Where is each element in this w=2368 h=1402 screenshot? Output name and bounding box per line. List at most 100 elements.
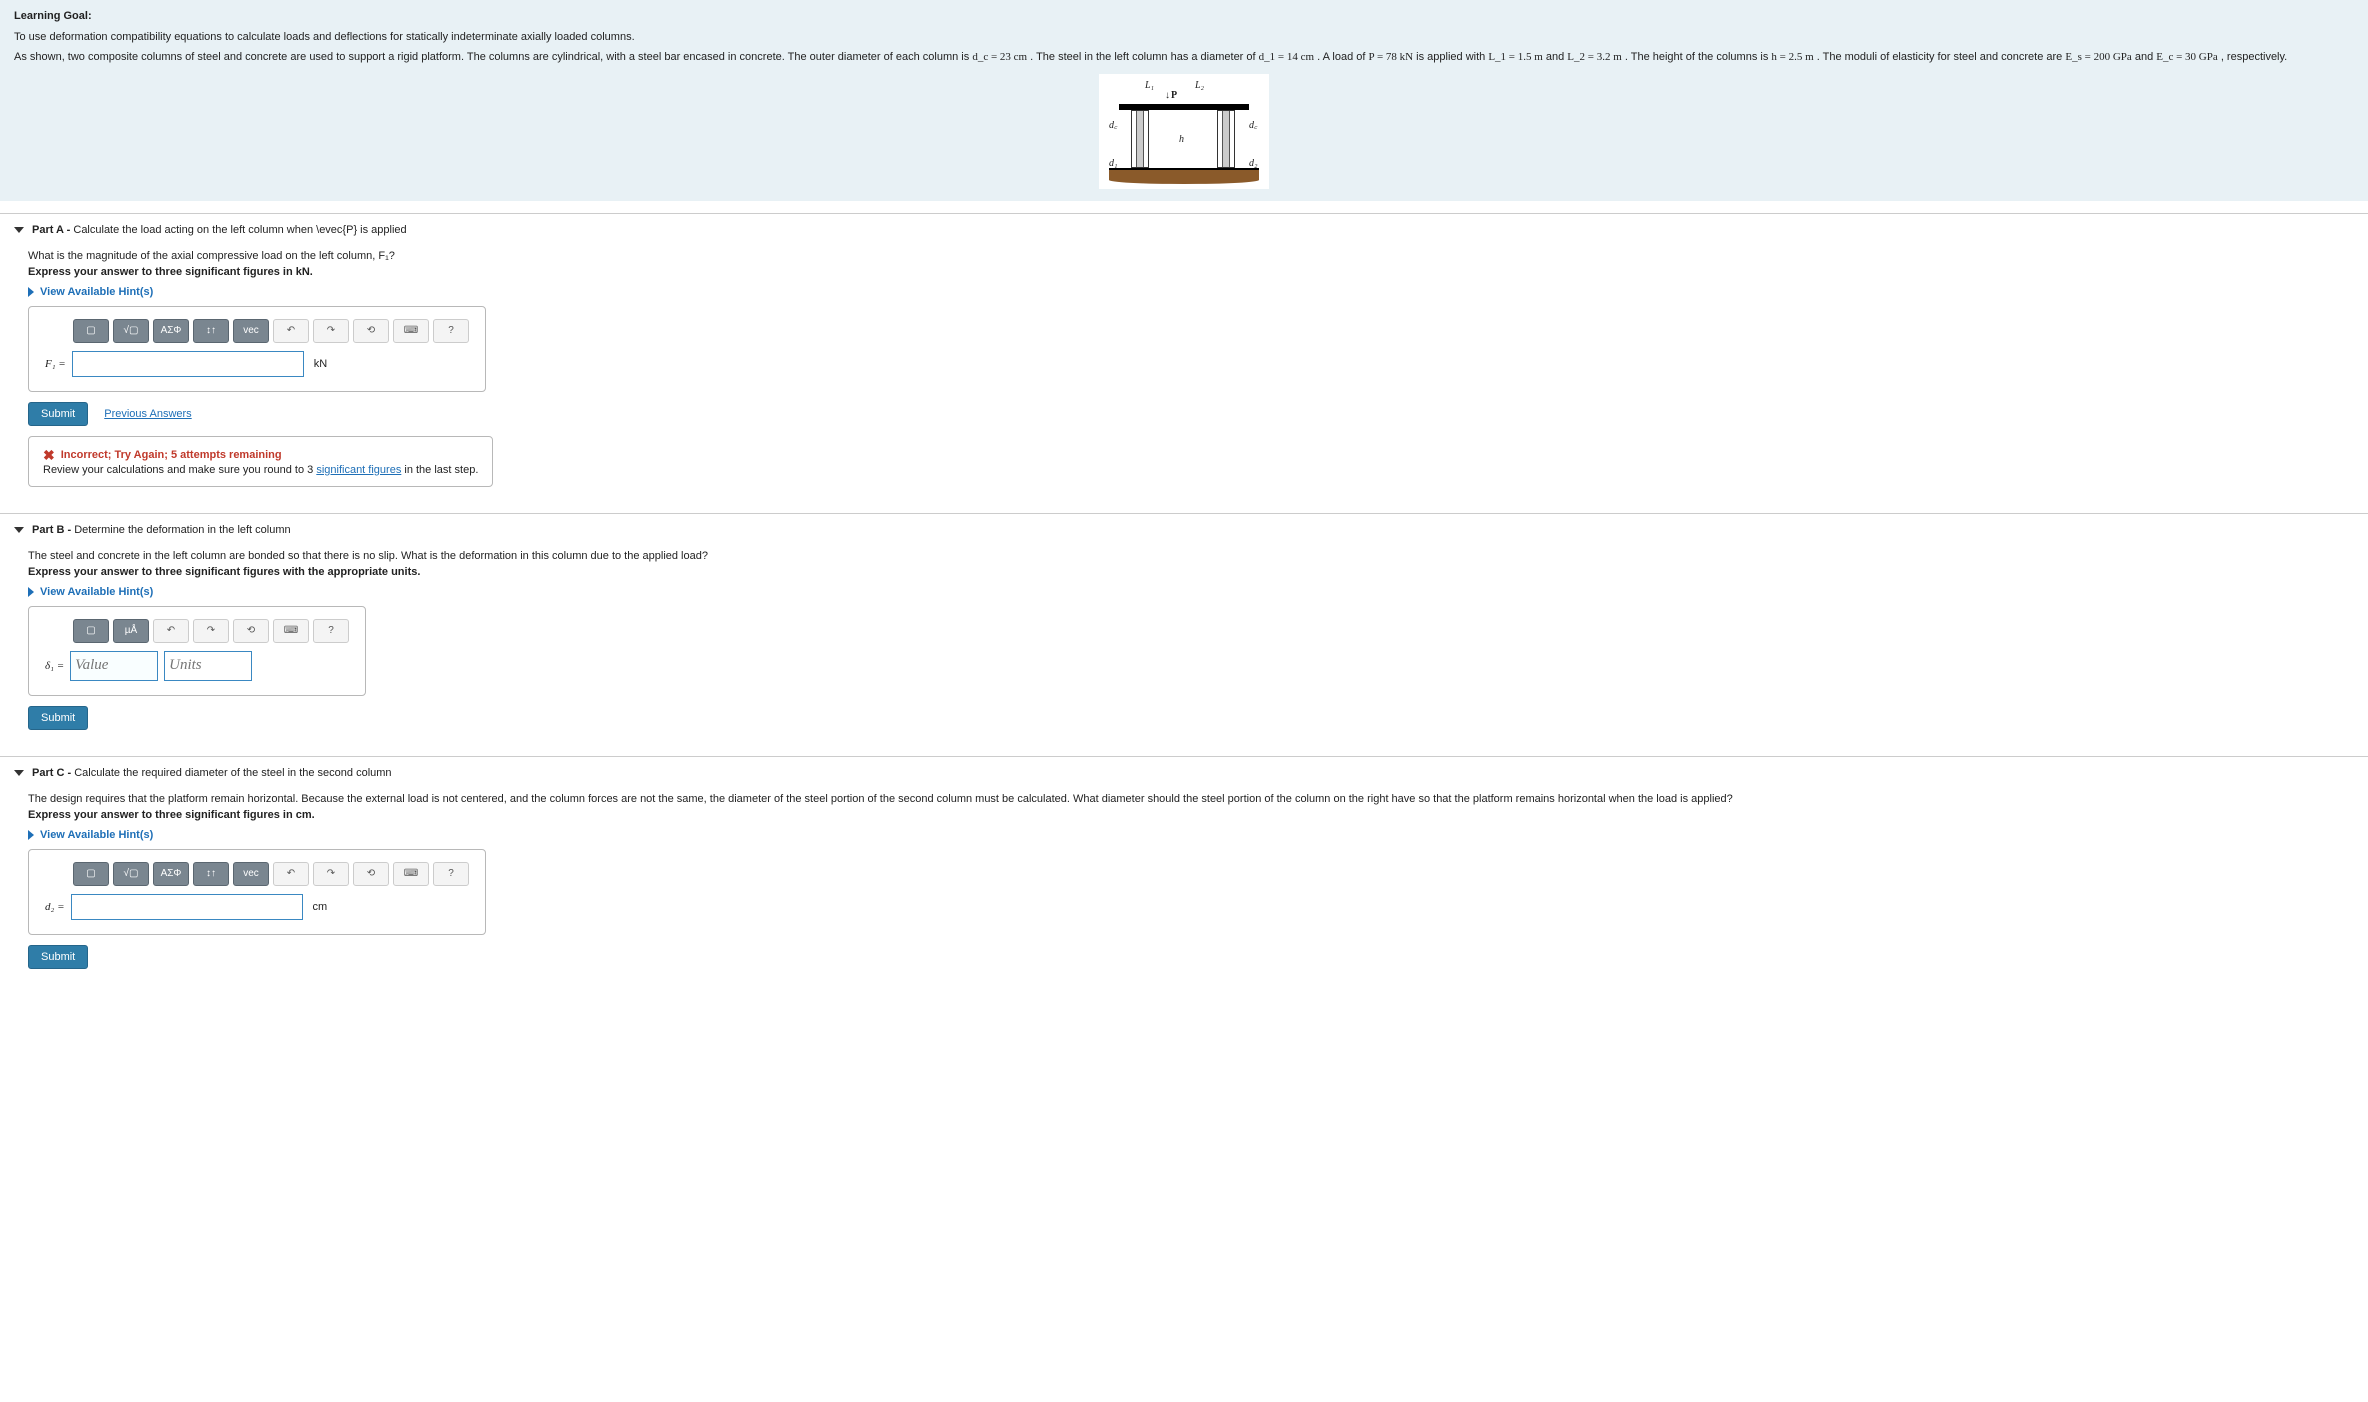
tb-reset-button[interactable]: ⟲ (353, 862, 389, 886)
tb-sqrt-button[interactable]: √▢ (113, 862, 149, 886)
previous-answers-link[interactable]: Previous Answers (104, 408, 191, 420)
tb-template-button[interactable]: ▢ (73, 619, 109, 643)
feedback-body: Review your calculations and make sure y… (43, 464, 478, 476)
part-b-body: The steel and concrete in the left colum… (0, 540, 2368, 744)
tb-keyboard-button[interactable]: ⌨ (393, 319, 429, 343)
text: As shown, two composite columns of steel… (14, 51, 972, 63)
part-c-instruction: Express your answer to three significant… (28, 809, 2354, 821)
part-c-answer-box: ▢ √▢ ΑΣΦ ↕↑ vec ↶ ↷ ⟲ ⌨ ? d₂ = cm (28, 849, 486, 935)
tb-help-button[interactable]: ? (313, 619, 349, 643)
view-hints-button[interactable]: View Available Hint(s) (28, 286, 2354, 298)
part-b-units-input[interactable] (164, 651, 252, 681)
value-L2: L_2 = 3.2 m (1567, 51, 1621, 63)
part-b-answer-box: ▢ µÅ ↶ ↷ ⟲ ⌨ ? δ₁ = (28, 606, 366, 696)
sig-figures-link[interactable]: significant figures (316, 464, 401, 476)
part-b-value-input[interactable] (70, 651, 158, 681)
tb-redo-button[interactable]: ↷ (193, 619, 229, 643)
value-d1: d_1 = 14 cm (1259, 51, 1314, 63)
tb-help-button[interactable]: ? (433, 319, 469, 343)
tb-sqrt-button[interactable]: √▢ (113, 319, 149, 343)
part-c-submit-button[interactable]: Submit (28, 945, 88, 969)
part-c-label: Part C - (32, 767, 71, 779)
part-c-body: The design requires that the platform re… (0, 783, 2368, 983)
problem-intro: Learning Goal: To use deformation compat… (0, 0, 2368, 201)
part-c-question: The design requires that the platform re… (28, 793, 2354, 805)
part-a-answer-input[interactable] (72, 351, 304, 377)
fig-label-L1: L₁ (1145, 78, 1154, 93)
part-b-header[interactable]: Part B - Determine the deformation in th… (0, 513, 2368, 540)
text: and (2135, 51, 2156, 63)
part-b-title: Determine the deformation in the left co… (74, 524, 290, 536)
tb-arrows-button[interactable]: ↕↑ (193, 319, 229, 343)
part-a-label: Part A - (32, 224, 70, 236)
part-a-unit: kN (314, 358, 327, 370)
tb-undo-button[interactable]: ↶ (273, 319, 309, 343)
part-b-variable: δ₁ = (45, 660, 64, 672)
tb-greek-button[interactable]: ΑΣΦ (153, 862, 189, 886)
value-Ec: E_c = 30 GPa (2156, 51, 2218, 63)
value-dc: d_c = 23 cm (972, 51, 1027, 63)
part-c-header[interactable]: Part C - Calculate the required diameter… (0, 756, 2368, 783)
part-b-question: The steel and concrete in the left colum… (28, 550, 2354, 562)
equation-toolbar: ▢ √▢ ΑΣΦ ↕↑ vec ↶ ↷ ⟲ ⌨ ? (73, 319, 469, 343)
tb-reset-button[interactable]: ⟲ (353, 319, 389, 343)
part-a-title: Calculate the load acting on the left co… (73, 224, 406, 236)
tb-redo-button[interactable]: ↷ (313, 319, 349, 343)
hints-label: View Available Hint(s) (40, 586, 153, 598)
text: , respectively. (2221, 51, 2287, 63)
problem-statement: As shown, two composite columns of steel… (14, 49, 2354, 66)
fig-label-h: h (1179, 132, 1184, 147)
tb-vec-button[interactable]: vec (233, 319, 269, 343)
tb-units-button[interactable]: µÅ (113, 619, 149, 643)
part-c-answer-input[interactable] (71, 894, 303, 920)
problem-figure: L₁ L₂ P ↓ d꜀ d꜀ h d₁ d₂ (1099, 74, 1269, 189)
text: Review your calculations and make sure y… (43, 464, 316, 476)
tb-keyboard-button[interactable]: ⌨ (393, 862, 429, 886)
chevron-down-icon (14, 770, 24, 776)
value-P: P = 78 kN (1368, 51, 1413, 63)
tb-template-button[interactable]: ▢ (73, 862, 109, 886)
tb-arrows-button[interactable]: ↕↑ (193, 862, 229, 886)
chevron-right-icon (28, 830, 34, 840)
tb-help-button[interactable]: ? (433, 862, 469, 886)
text: . The moduli of elasticity for steel and… (1817, 51, 2066, 63)
part-c-unit: cm (313, 901, 328, 913)
tb-undo-button[interactable]: ↶ (273, 862, 309, 886)
view-hints-button[interactable]: View Available Hint(s) (28, 586, 2354, 598)
fig-label-dc-right: d꜀ (1249, 118, 1257, 133)
value-L1: L_1 = 1.5 m (1488, 51, 1542, 63)
tb-keyboard-button[interactable]: ⌨ (273, 619, 309, 643)
chevron-right-icon (28, 587, 34, 597)
tb-greek-button[interactable]: ΑΣΦ (153, 319, 189, 343)
tb-reset-button[interactable]: ⟲ (233, 619, 269, 643)
learning-goal-label: Learning Goal: (14, 8, 2354, 25)
part-a-variable: F₁ = (45, 358, 66, 370)
chevron-down-icon (14, 227, 24, 233)
tb-undo-button[interactable]: ↶ (153, 619, 189, 643)
equation-toolbar: ▢ µÅ ↶ ↷ ⟲ ⌨ ? (73, 619, 349, 643)
hints-label: View Available Hint(s) (40, 829, 153, 841)
view-hints-button[interactable]: View Available Hint(s) (28, 829, 2354, 841)
part-a-submit-button[interactable]: Submit (28, 402, 88, 426)
tb-template-button[interactable]: ▢ (73, 319, 109, 343)
tb-redo-button[interactable]: ↷ (313, 862, 349, 886)
part-b-instruction: Express your answer to three significant… (28, 566, 2354, 578)
part-a-body: What is the magnitude of the axial compr… (0, 240, 2368, 501)
text: . The height of the columns is (1625, 51, 1772, 63)
part-a-header[interactable]: Part A - Calculate the load acting on th… (0, 213, 2368, 240)
part-a-instruction: Express your answer to three significant… (28, 266, 2354, 278)
fig-label-P: P (1171, 88, 1177, 103)
hints-label: View Available Hint(s) (40, 286, 153, 298)
text: and (1546, 51, 1567, 63)
text: . The steel in the left column has a dia… (1030, 51, 1258, 63)
equation-toolbar: ▢ √▢ ΑΣΦ ↕↑ vec ↶ ↷ ⟲ ⌨ ? (73, 862, 469, 886)
text: in the last step. (401, 464, 478, 476)
feedback-title: Incorrect; Try Again; 5 attempts remaini… (61, 449, 282, 461)
tb-vec-button[interactable]: vec (233, 862, 269, 886)
part-b-submit-button[interactable]: Submit (28, 706, 88, 730)
chevron-down-icon (14, 527, 24, 533)
part-b-label: Part B - (32, 524, 71, 536)
chevron-right-icon (28, 287, 34, 297)
part-a-question: What is the magnitude of the axial compr… (28, 250, 2354, 262)
part-c-variable: d₂ = (45, 901, 65, 913)
